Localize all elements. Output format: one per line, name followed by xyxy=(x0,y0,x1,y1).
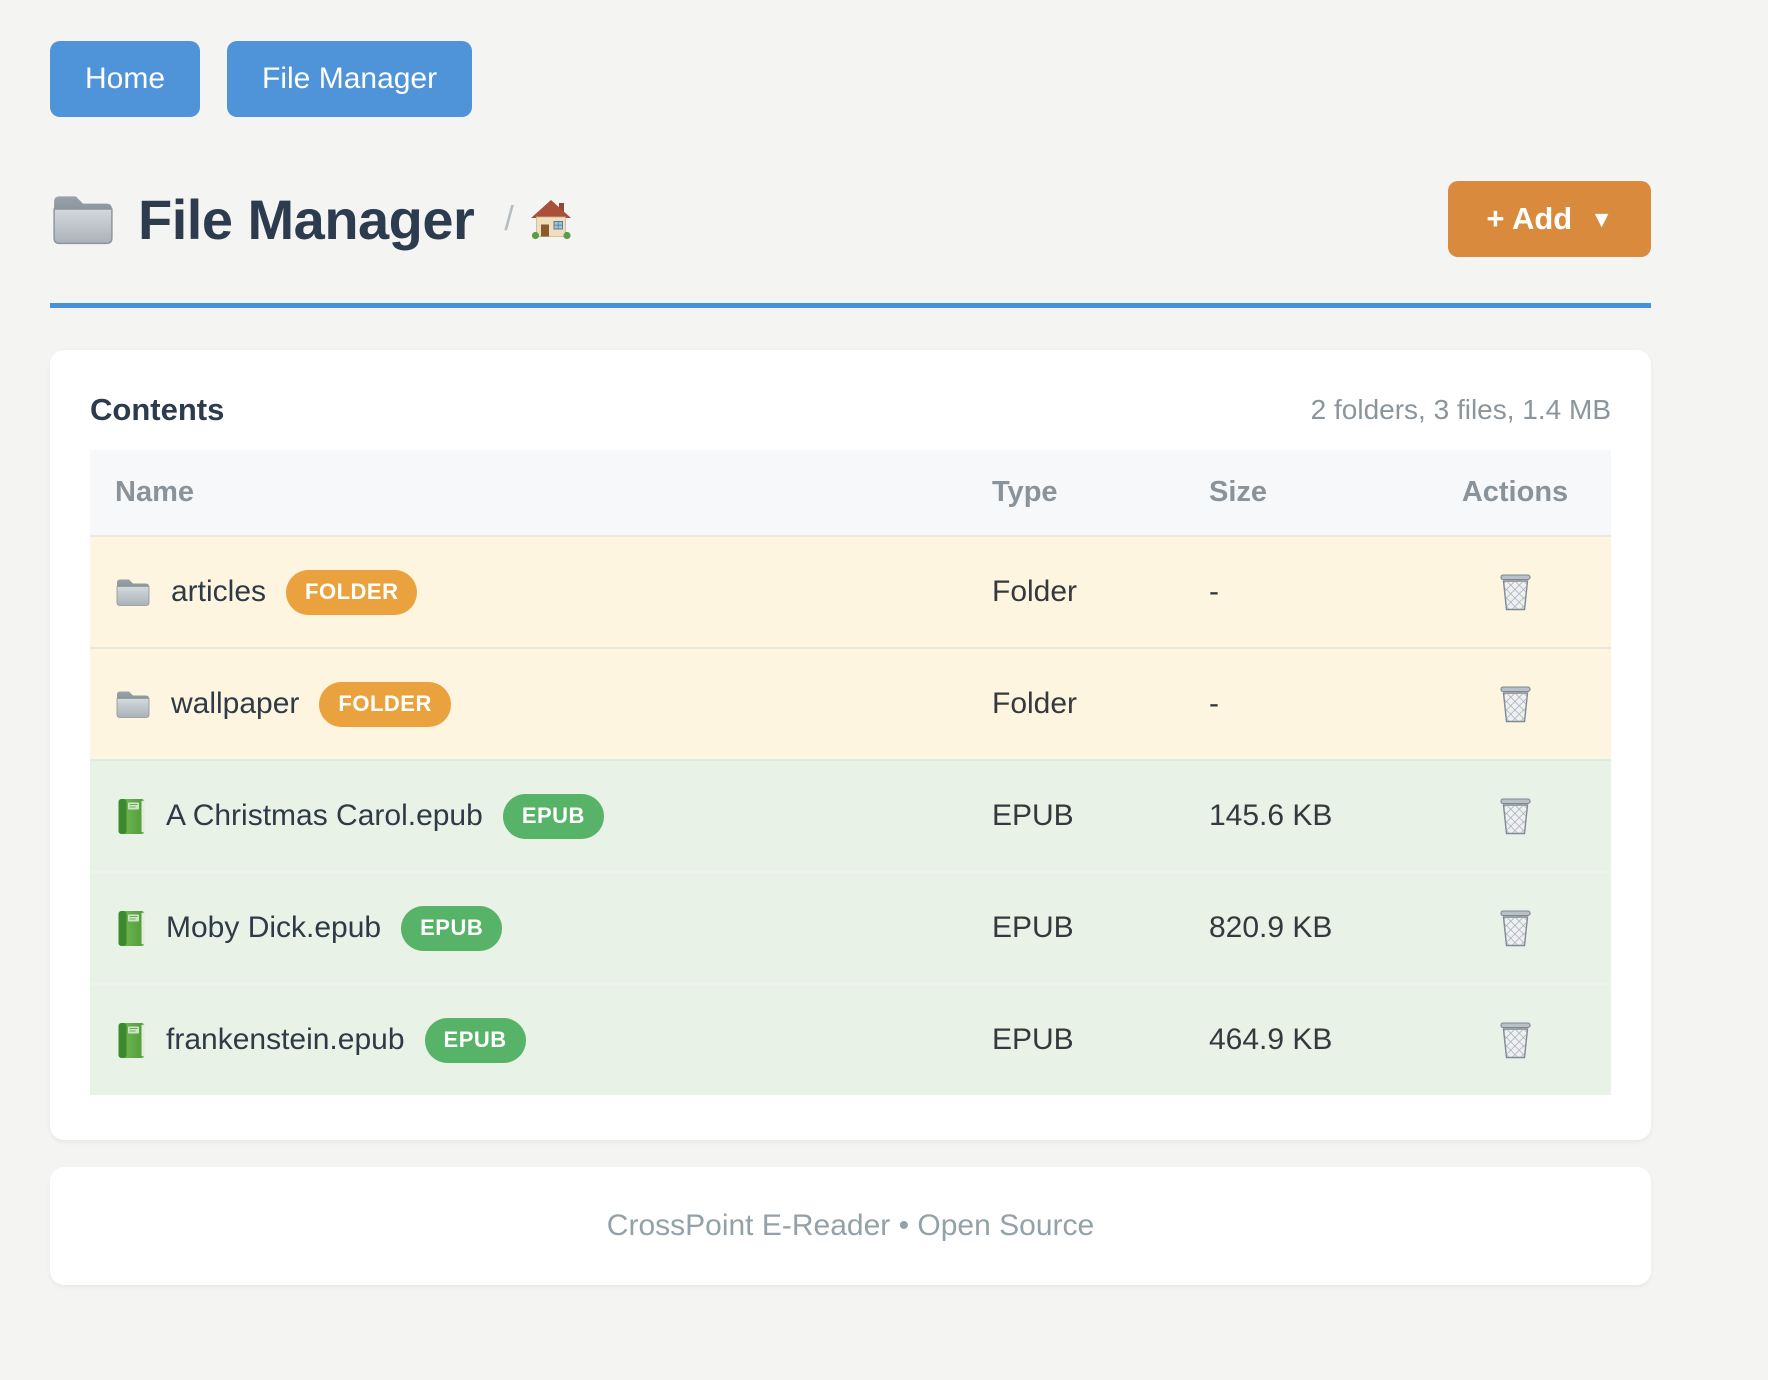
book-icon xyxy=(115,1022,146,1059)
actions-cell xyxy=(1419,572,1611,612)
actions-cell xyxy=(1419,684,1611,724)
file-size: - xyxy=(1184,575,1419,609)
epub-badge: EPUB xyxy=(401,906,502,951)
header-divider xyxy=(50,303,1651,308)
home-icon[interactable] xyxy=(530,198,572,240)
file-size: - xyxy=(1184,687,1419,721)
title-wrap: File Manager / xyxy=(50,187,1448,252)
file-name-cell[interactable]: frankenstein.epub EPUB xyxy=(90,1018,967,1063)
trash-icon xyxy=(1498,684,1533,724)
column-header-type: Type xyxy=(967,476,1184,509)
file-type: Folder xyxy=(967,687,1184,721)
folder-badge: FOLDER xyxy=(319,682,450,727)
folder-icon xyxy=(115,688,151,720)
breadcrumb: / xyxy=(504,198,571,240)
trash-icon xyxy=(1498,1020,1533,1060)
nav-file-manager-button[interactable]: File Manager xyxy=(227,41,472,117)
file-name[interactable]: frankenstein.epub xyxy=(166,1023,405,1057)
column-header-size: Size xyxy=(1184,476,1419,509)
table-header-row: Name Type Size Actions xyxy=(90,450,1611,535)
table-row[interactable]: wallpaper FOLDER Folder - xyxy=(90,647,1611,759)
file-name-cell[interactable]: articles FOLDER xyxy=(90,570,967,615)
file-name[interactable]: wallpaper xyxy=(171,687,299,721)
file-name[interactable]: A Christmas Carol.epub xyxy=(166,799,483,833)
book-icon xyxy=(115,798,146,835)
file-size: 820.9 KB xyxy=(1184,911,1419,945)
page-header: File Manager / + Add ▼ xyxy=(50,181,1651,257)
actions-cell xyxy=(1419,908,1611,948)
folder-badge: FOLDER xyxy=(286,570,417,615)
delete-button[interactable] xyxy=(1498,572,1533,612)
contents-title: Contents xyxy=(90,392,224,428)
file-type: EPUB xyxy=(967,911,1184,945)
column-header-actions: Actions xyxy=(1419,476,1611,509)
page-footer: CrossPoint E-Reader • Open Source xyxy=(50,1167,1651,1285)
file-size: 145.6 KB xyxy=(1184,799,1419,833)
file-name[interactable]: articles xyxy=(171,575,266,609)
actions-cell xyxy=(1419,796,1611,836)
file-table: Name Type Size Actions articles FOLDER F… xyxy=(90,450,1611,1095)
breadcrumb-separator: / xyxy=(504,200,513,239)
delete-button[interactable] xyxy=(1498,1020,1533,1060)
add-button-label: + Add xyxy=(1486,201,1572,237)
table-row[interactable]: Moby Dick.epub EPUB EPUB 820.9 KB xyxy=(90,871,1611,983)
epub-badge: EPUB xyxy=(425,1018,526,1063)
table-row[interactable]: A Christmas Carol.epub EPUB EPUB 145.6 K… xyxy=(90,759,1611,871)
book-icon xyxy=(115,910,146,947)
footer-text: CrossPoint E-Reader • Open Source xyxy=(607,1209,1094,1243)
folder-icon xyxy=(115,576,151,608)
file-name[interactable]: Moby Dick.epub xyxy=(166,911,381,945)
table-row[interactable]: frankenstein.epub EPUB EPUB 464.9 KB xyxy=(90,983,1611,1095)
file-name-cell[interactable]: wallpaper FOLDER xyxy=(90,682,967,727)
contents-card: Contents 2 folders, 3 files, 1.4 MB Name… xyxy=(50,350,1651,1140)
actions-cell xyxy=(1419,1020,1611,1060)
file-name-cell[interactable]: A Christmas Carol.epub EPUB xyxy=(90,794,967,839)
file-name-cell[interactable]: Moby Dick.epub EPUB xyxy=(90,906,967,951)
column-header-name: Name xyxy=(90,476,967,509)
file-type: EPUB xyxy=(967,799,1184,833)
page: Home File Manager File Manager / + Add ▼… xyxy=(50,0,1651,1285)
file-type: EPUB xyxy=(967,1023,1184,1057)
trash-icon xyxy=(1498,908,1533,948)
delete-button[interactable] xyxy=(1498,908,1533,948)
trash-icon xyxy=(1498,796,1533,836)
epub-badge: EPUB xyxy=(503,794,604,839)
table-row[interactable]: articles FOLDER Folder - xyxy=(90,535,1611,647)
contents-card-header: Contents 2 folders, 3 files, 1.4 MB xyxy=(90,392,1611,428)
delete-button[interactable] xyxy=(1498,684,1533,724)
top-nav: Home File Manager xyxy=(50,41,1651,117)
file-size: 464.9 KB xyxy=(1184,1023,1419,1057)
contents-summary: 2 folders, 3 files, 1.4 MB xyxy=(1311,394,1611,426)
trash-icon xyxy=(1498,572,1533,612)
folder-icon xyxy=(50,191,116,247)
chevron-down-icon: ▼ xyxy=(1590,206,1613,233)
delete-button[interactable] xyxy=(1498,796,1533,836)
add-button[interactable]: + Add ▼ xyxy=(1448,181,1651,257)
file-type: Folder xyxy=(967,575,1184,609)
nav-home-button[interactable]: Home xyxy=(50,41,200,117)
page-title: File Manager xyxy=(138,187,474,252)
